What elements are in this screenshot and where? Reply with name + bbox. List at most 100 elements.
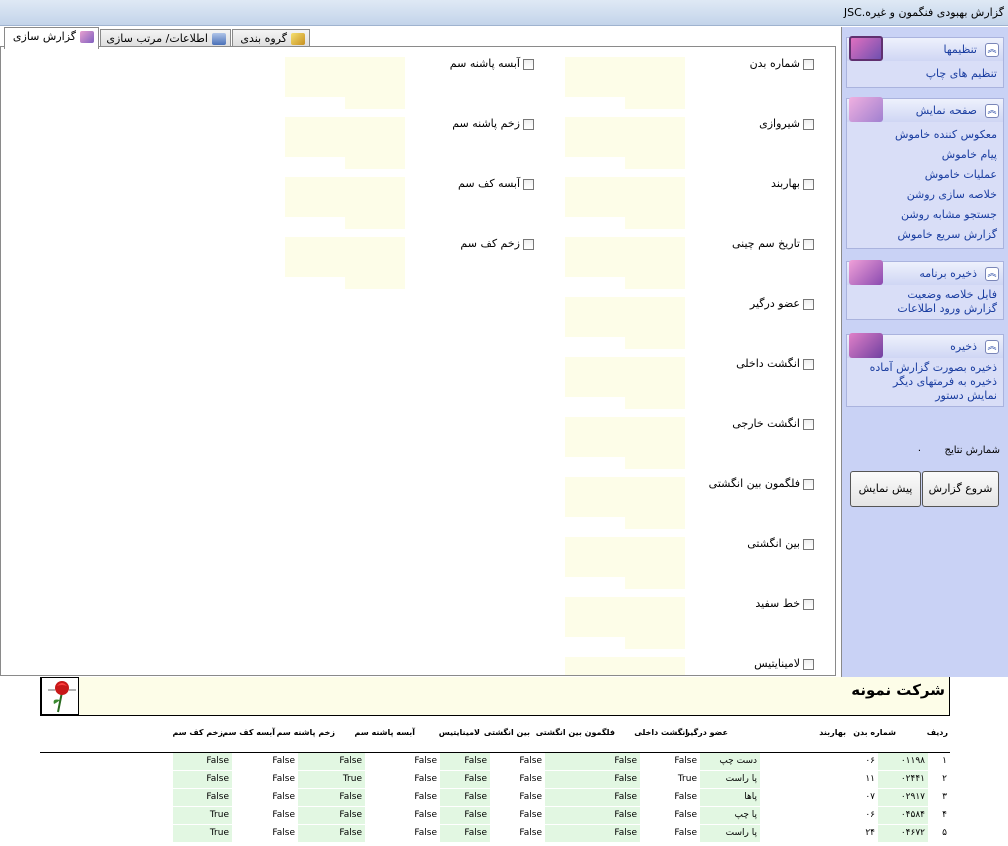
report-cell: False: [440, 789, 490, 806]
collapse-icon[interactable]: ︽: [985, 104, 999, 118]
field-checkbox[interactable]: [803, 298, 814, 310]
field-checkbox-label: زخم کف سم: [460, 237, 520, 250]
field-checkbox-row[interactable]: لامینایتیس: [754, 657, 814, 670]
database-icon: [212, 33, 226, 45]
field-value-box: [625, 457, 685, 469]
field-checkbox[interactable]: [523, 58, 534, 70]
field-value-box: [285, 237, 405, 277]
report-cell: پا راست: [700, 771, 760, 788]
field-checkbox[interactable]: [803, 178, 814, 190]
field-checkbox[interactable]: [803, 598, 814, 610]
field-checkbox[interactable]: [803, 538, 814, 550]
field-value-box: [565, 657, 685, 675]
field-checkbox[interactable]: [803, 118, 814, 130]
report-column-header: آبسه پاشنه سم: [354, 728, 415, 737]
side-menu-item[interactable]: فایل خلاصه وضعیت: [853, 288, 997, 302]
report-column-header: انگشت داخلی: [634, 728, 688, 737]
report-column-header: عضو درگیر: [685, 728, 728, 737]
report-icon: [80, 31, 94, 43]
tab-report-builder[interactable]: گزارش سازی: [4, 27, 99, 49]
start-report-button[interactable]: شروع گزارش: [922, 471, 999, 507]
side-menu-item[interactable]: معکوس کننده خاموش: [853, 125, 997, 145]
report-column-header: زخم کف سم: [172, 728, 223, 737]
side-menu-item[interactable]: گزارش سریع خاموش: [853, 225, 997, 245]
field-checkbox[interactable]: [803, 358, 814, 370]
field-checkbox-row[interactable]: آبسه پاشنه سم: [450, 57, 534, 70]
side-menu-item[interactable]: ذخیره به فرمتهای دیگر: [853, 375, 997, 389]
field-checkbox[interactable]: [523, 118, 534, 130]
side-menu-item[interactable]: خلاصه سازی روشن: [853, 185, 997, 205]
field-checkbox[interactable]: [803, 58, 814, 70]
collapse-icon[interactable]: ︽: [985, 340, 999, 354]
field-checkbox-row[interactable]: شماره بدن: [750, 57, 814, 70]
side-menu-item[interactable]: عملیات خاموش: [853, 165, 997, 185]
group-header-save[interactable]: ذخیره ︽: [846, 333, 1004, 358]
report-cell: ۱۱: [865, 774, 875, 784]
field-checkbox-row[interactable]: زخم پاشنه سم: [452, 117, 534, 130]
report-cell: False: [545, 771, 640, 788]
field-checkbox-row[interactable]: خط سفید: [755, 597, 814, 610]
side-menu-item[interactable]: گزارش ورود اطلاعات: [853, 302, 997, 316]
field-checkbox[interactable]: [803, 658, 814, 670]
group-display: صفحه نمایش ︽ معکوس کننده خاموش پیام خاموش…: [846, 97, 1004, 249]
report-cell: False: [519, 774, 542, 784]
group-header-settings[interactable]: تنظیمها ︽: [846, 36, 1004, 61]
field-checkbox-row[interactable]: تاریخ سم چینی: [732, 237, 814, 250]
display-screen-icon: [849, 97, 883, 122]
side-menu-item[interactable]: تنظیم های چاپ: [853, 64, 997, 84]
field-value-box: [345, 97, 405, 109]
field-checkbox-label: بین انگشتی: [747, 537, 800, 550]
field-checkbox-row[interactable]: انگشت داخلی: [736, 357, 814, 370]
group-header-display[interactable]: صفحه نمایش ︽: [846, 97, 1004, 122]
result-counter-value: ۰: [916, 445, 923, 456]
side-panel: تنظیمها ︽ تنظیم های چاپ صفحه نمایش ︽ معک…: [841, 27, 1008, 677]
side-menu-item[interactable]: جستجو مشابه روشن: [853, 205, 997, 225]
report-cell: True: [173, 825, 232, 842]
side-menu-item[interactable]: ذخیره بصورت گزارش آماده: [853, 361, 997, 375]
field-checkbox-row[interactable]: فلگمون بین انگشتی: [709, 477, 814, 490]
report-cell: ۳: [942, 792, 947, 802]
report-row: ۲ ۰۲۴۴۱ ۱۱ پا راست True False False False False T…: [40, 771, 950, 789]
field-checkbox[interactable]: [803, 238, 814, 250]
report-cell: False: [519, 810, 542, 820]
save-program-icon: [849, 260, 883, 285]
field-checkbox[interactable]: [523, 238, 534, 250]
field-selection-pane: شماره بدن شیروازی بهاربند تاریخ سم چینی عضو …: [0, 46, 836, 676]
report-cell: دست چپ: [700, 753, 760, 770]
report-cell: False: [674, 810, 697, 820]
report-row: ۵ ۰۴۶۷۲ ۲۴ پا راست False False False False False…: [40, 825, 950, 843]
field-checkbox-label: عضو درگیر: [749, 297, 800, 310]
field-value-box: [625, 157, 685, 169]
side-menu-item[interactable]: پیام خاموش: [853, 145, 997, 165]
report-cell: ۲۴: [865, 828, 875, 838]
collapse-icon[interactable]: ︽: [985, 43, 999, 57]
report-row: ۴ ۰۴۵۸۴ ۰۶ پا چپ False False False False False Fa…: [40, 807, 950, 825]
field-checkbox-row[interactable]: آبسه کف سم: [458, 177, 534, 190]
collapse-icon[interactable]: ︽: [985, 267, 999, 281]
field-checkbox-label: فلگمون بین انگشتی: [708, 477, 800, 490]
side-menu-item[interactable]: نمایش دستور: [853, 389, 997, 403]
report-cell: False: [440, 807, 490, 824]
field-checkbox-row[interactable]: بین انگشتی: [747, 537, 814, 550]
report-cell: False: [298, 825, 365, 842]
field-checkbox-row[interactable]: بهاربند: [771, 177, 814, 190]
report-cell: False: [545, 753, 640, 770]
field-checkbox-label: زخم پاشنه سم: [452, 117, 520, 130]
field-checkbox-row[interactable]: زخم کف سم: [460, 237, 534, 250]
report-header: شرکت نمونه: [40, 677, 950, 715]
field-value-box: [625, 637, 685, 649]
field-value-box: [345, 277, 405, 289]
preview-button[interactable]: پیش نمایش: [850, 471, 921, 507]
field-checkbox-row[interactable]: انگشت خارجی: [732, 417, 814, 430]
result-counter-label: شمارش نتایج: [944, 445, 1000, 456]
field-checkbox[interactable]: [803, 478, 814, 490]
field-checkbox-label: شیروازی: [759, 117, 800, 130]
report-company-title: شرکت نمونه: [851, 681, 945, 699]
field-checkbox-row[interactable]: شیروازی: [759, 117, 814, 130]
report-column-header: بهاربند: [819, 728, 846, 737]
field-checkbox[interactable]: [803, 418, 814, 430]
field-checkbox[interactable]: [523, 178, 534, 190]
group-header-save-program[interactable]: ذخیره برنامه ︽: [846, 260, 1004, 285]
field-checkbox-row[interactable]: عضو درگیر: [750, 297, 814, 310]
group-save-program: ذخیره برنامه ︽ فایل خلاصه وضعیت گزارش ورو…: [846, 260, 1004, 320]
